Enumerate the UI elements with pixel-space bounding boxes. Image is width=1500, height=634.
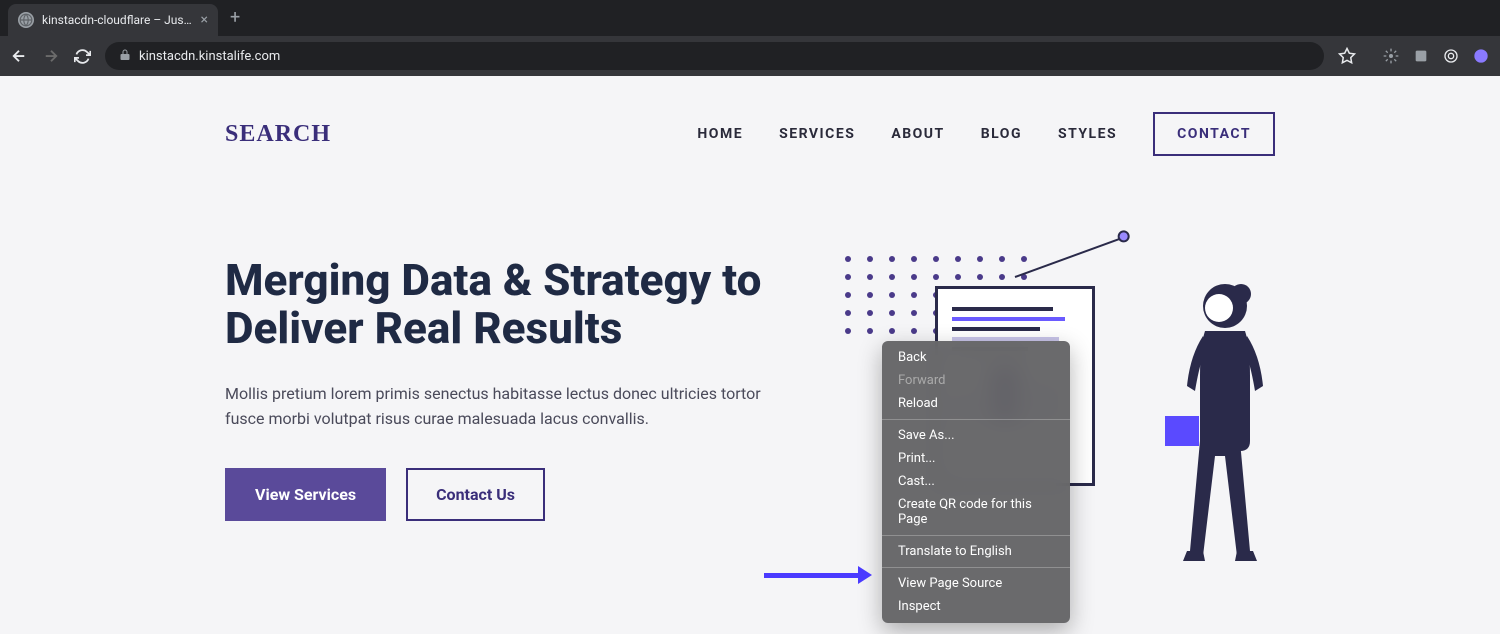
inspect-arrow-icon [764,573,858,578]
extension-icon[interactable] [1382,47,1400,65]
site-header: SEARCH HOME SERVICES ABOUT BLOG STYLES C… [225,76,1275,156]
extension-icon[interactable] [1472,47,1490,65]
tab-title: kinstacdn-cloudflare – Just an [42,13,193,27]
menu-item-view-page-source[interactable]: View Page Source [882,572,1070,595]
nav-services[interactable]: SERVICES [779,126,855,142]
menu-item-back[interactable]: Back [882,346,1070,369]
hero-text: Merging Data & Strategy to Deliver Real … [225,256,785,596]
page-content: SEARCH HOME SERVICES ABOUT BLOG STYLES C… [0,76,1500,634]
menu-item-create-qr-code-for-this-page[interactable]: Create QR code for this Page [882,493,1070,531]
menu-item-forward: Forward [882,369,1070,392]
hero-section: Merging Data & Strategy to Deliver Real … [225,156,1275,596]
address-bar[interactable]: kinstacdn.kinstalife.com [105,42,1324,70]
marker-line-icon [1015,235,1128,278]
new-tab-button[interactable]: + [230,7,240,28]
person-illustration-icon [1155,276,1285,586]
tab-bar: kinstacdn-cloudflare – Just an × + [0,0,1500,36]
browser-tab[interactable]: kinstacdn-cloudflare – Just an × [8,4,218,36]
menu-item-reload[interactable]: Reload [882,392,1070,415]
menu-item-print[interactable]: Print... [882,447,1070,470]
nav-home[interactable]: HOME [697,126,743,142]
forward-icon[interactable] [42,47,60,65]
extension-icon[interactable] [1412,47,1430,65]
url-text: kinstacdn.kinstalife.com [139,49,280,64]
extension-icons [1382,47,1490,65]
nav-about[interactable]: ABOUT [891,126,944,142]
globe-icon [18,12,34,28]
browser-toolbar: kinstacdn.kinstalife.com [0,36,1500,76]
context-menu: BackForwardReload Save As...Print...Cast.… [882,341,1070,623]
main-nav: HOME SERVICES ABOUT BLOG STYLES CONTACT [697,112,1275,156]
menu-item-cast[interactable]: Cast... [882,470,1070,493]
nav-styles[interactable]: STYLES [1058,126,1117,142]
menu-separator [882,419,1070,420]
browser-chrome: kinstacdn-cloudflare – Just an × + kinst… [0,0,1500,76]
menu-item-translate-to-english[interactable]: Translate to English [882,540,1070,563]
reload-icon[interactable] [74,48,91,65]
hero-buttons: View Services Contact Us [225,468,785,521]
address-bar-wrap: kinstacdn.kinstalife.com [105,42,1324,70]
hero-subtitle: Mollis pretium lorem primis senectus hab… [225,381,785,432]
hero-title: Merging Data & Strategy to Deliver Real … [225,256,785,353]
menu-separator [882,567,1070,568]
view-services-button[interactable]: View Services [225,468,386,521]
menu-item-save-as[interactable]: Save As... [882,424,1070,447]
lock-icon [119,49,131,64]
back-icon[interactable] [10,47,28,65]
contact-us-button[interactable]: Contact Us [406,468,545,521]
nav-contact[interactable]: CONTACT [1153,112,1275,156]
star-icon[interactable] [1338,47,1356,65]
nav-blog[interactable]: BLOG [981,126,1022,142]
extension-icon[interactable] [1442,47,1460,65]
menu-separator [882,535,1070,536]
close-icon[interactable]: × [201,12,208,28]
menu-item-inspect[interactable]: Inspect [882,595,1070,618]
logo[interactable]: SEARCH [225,121,331,148]
